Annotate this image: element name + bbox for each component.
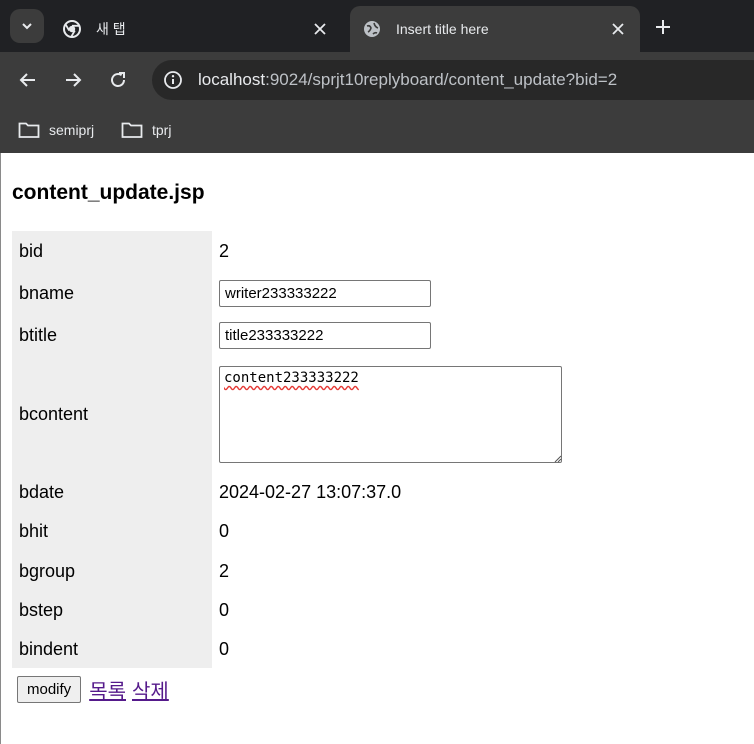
content-update-table: bid 2 bname btitle bcontent content23333… — [12, 231, 572, 668]
site-info-icon[interactable] — [162, 69, 184, 91]
page-content: content_update.jsp bid 2 bname btitle bc… — [0, 153, 754, 744]
field-value-bstep: 0 — [219, 600, 230, 620]
bname-input[interactable] — [219, 279, 431, 307]
field-value-bid: 2 — [219, 241, 230, 261]
field-label-bstep: bstep — [12, 591, 212, 630]
chevron-down-icon — [22, 23, 32, 30]
folder-icon — [18, 121, 40, 139]
modify-button[interactable]: modify — [17, 676, 82, 703]
close-icon[interactable] — [308, 17, 332, 41]
field-label-bdate: bdate — [12, 473, 212, 511]
table-row: bhit 0 — [12, 511, 572, 551]
field-label-btitle: btitle — [12, 314, 212, 356]
table-row: bname — [12, 272, 572, 314]
tab-title: Insert title here — [396, 21, 489, 37]
globe-icon — [362, 19, 382, 39]
chrome-logo-icon — [62, 19, 82, 39]
form-actions: modify 목록 삭제 — [17, 675, 169, 704]
table-row: bid 2 — [12, 231, 572, 272]
bookmark-label: tprj — [152, 122, 172, 138]
field-value-bindent: 0 — [219, 638, 230, 659]
plus-icon — [656, 20, 670, 34]
tab-strip: 새 탭 Insert title here — [0, 0, 754, 52]
new-tab-button[interactable] — [650, 14, 676, 40]
forward-button[interactable] — [59, 66, 87, 94]
field-label-bindent: bindent — [12, 630, 212, 668]
field-label-bid: bid — [12, 231, 212, 272]
delete-link[interactable]: 삭제 — [132, 675, 169, 704]
bookmarks-bar: semiprj tprj — [0, 108, 754, 153]
tab-title: 새 탭 — [96, 21, 126, 37]
address-bar[interactable]: localhost:9024/sprjt10replyboard/content… — [152, 60, 754, 100]
table-row: bstep 0 — [12, 591, 572, 630]
folder-icon — [121, 121, 143, 139]
back-button[interactable] — [14, 66, 42, 94]
tab-search-button[interactable] — [10, 9, 44, 43]
page-title: content_update.jsp — [12, 181, 205, 204]
field-label-bname: bname — [12, 272, 212, 314]
field-label-bgroup: bgroup — [12, 551, 212, 591]
field-label-bhit: bhit — [12, 511, 212, 551]
field-value-bgroup: 2 — [219, 560, 230, 581]
table-row: bdate 2024-02-27 13:07:37.0 — [12, 473, 572, 511]
btitle-input[interactable] — [219, 321, 431, 349]
bookmark-label: semiprj — [49, 122, 95, 138]
arrow-right-icon — [66, 73, 82, 87]
field-label-bcontent: bcontent — [12, 356, 212, 473]
table-row: bcontent content233333222 — [12, 356, 572, 473]
field-value-bdate: 2024-02-27 13:07:37.0 — [219, 481, 402, 502]
url-text: localhost:9024/sprjt10replyboard/content… — [198, 70, 617, 90]
field-value-bhit: 0 — [219, 520, 230, 541]
tab-insert-title[interactable]: Insert title here — [350, 6, 640, 52]
bookmark-semiprj[interactable]: semiprj — [18, 116, 94, 144]
browser-toolbar: localhost:9024/sprjt10replyboard/content… — [0, 52, 754, 108]
table-row: bgroup 2 — [12, 551, 572, 591]
reload-button[interactable] — [104, 66, 132, 94]
close-icon[interactable] — [606, 17, 630, 41]
url-path: :9024/sprjt10replyboard/content_update?b… — [265, 70, 618, 89]
resize-grip-icon[interactable] — [552, 453, 562, 463]
list-link[interactable]: 목록 — [89, 675, 126, 704]
bookmark-tprj[interactable]: tprj — [121, 116, 171, 144]
table-row: bindent 0 — [12, 630, 572, 668]
table-row: btitle — [12, 314, 572, 356]
bcontent-textarea[interactable]: content233333222 — [219, 366, 562, 463]
url-host: localhost — [198, 70, 266, 89]
arrow-left-icon — [19, 73, 35, 87]
reload-icon — [111, 72, 125, 87]
tab-new-tab[interactable]: 새 탭 — [50, 6, 342, 52]
